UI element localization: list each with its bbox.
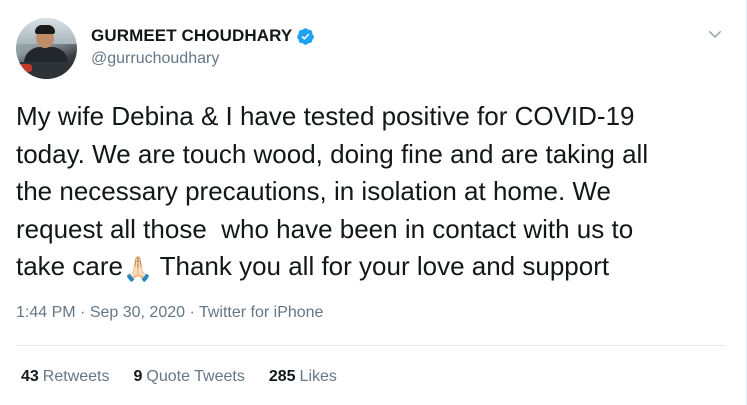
retweets-count: 43 <box>21 368 39 385</box>
meta-separator: · <box>75 304 90 321</box>
tweet-text-line: Thank you all for your love and support <box>152 251 610 281</box>
quote-tweets-count: 9 <box>133 368 143 385</box>
author-name-row[interactable]: GURMEET CHOUDHARY <box>91 26 315 46</box>
likes-label: Likes <box>299 368 337 385</box>
retweets-stat[interactable]: 43 Retweets <box>21 368 110 386</box>
tweet-text-line: today. We are touch wood, doing fine and… <box>16 138 649 169</box>
tweet-stats: 43 Retweets 9 Quote Tweets 285 Likes <box>21 368 361 386</box>
divider <box>16 345 726 346</box>
tweet-text-line: request all those who have been in conta… <box>16 213 634 244</box>
tweet-time[interactable]: 1:44 PM <box>16 304 76 321</box>
quote-tweets-stat[interactable]: 9 Quote Tweets <box>134 368 245 386</box>
meta-separator: · <box>185 304 199 321</box>
tweet-card: GURMEET CHOUDHARY @gurruchoudhary My wif… <box>0 0 747 405</box>
likes-stat[interactable]: 285 Likes <box>269 368 337 386</box>
author-display-name[interactable]: GURMEET CHOUDHARY <box>91 26 292 46</box>
folded-hands-emoji: 🙏🏻 <box>122 256 153 283</box>
verified-badge-icon <box>297 27 315 45</box>
quote-tweets-label: Quote Tweets <box>146 368 245 385</box>
tweet-date[interactable]: Sep 30, 2020 <box>90 304 185 321</box>
author-handle[interactable]: @gurruchoudhary <box>91 50 219 68</box>
retweets-label: Retweets <box>42 368 110 385</box>
avatar-motorcycle-tank <box>18 64 32 72</box>
tweet-text-line: the necessary precautions, in isolation … <box>16 176 611 206</box>
tweet-source[interactable]: Twitter for iPhone <box>199 304 324 321</box>
tweet-text-line: take care <box>16 251 123 281</box>
avatar-hair <box>35 25 55 34</box>
likes-count: 285 <box>268 368 296 385</box>
avatar[interactable] <box>16 18 77 79</box>
tweet-text-line: My wife Debina & I have tested positive … <box>16 101 635 131</box>
chevron-down-icon[interactable] <box>706 25 724 43</box>
tweet-meta: 1:44 PM · Sep 30, 2020 · Twitter for iPh… <box>16 304 323 322</box>
tweet-text: My wife Debina & I have tested positive … <box>16 98 721 286</box>
